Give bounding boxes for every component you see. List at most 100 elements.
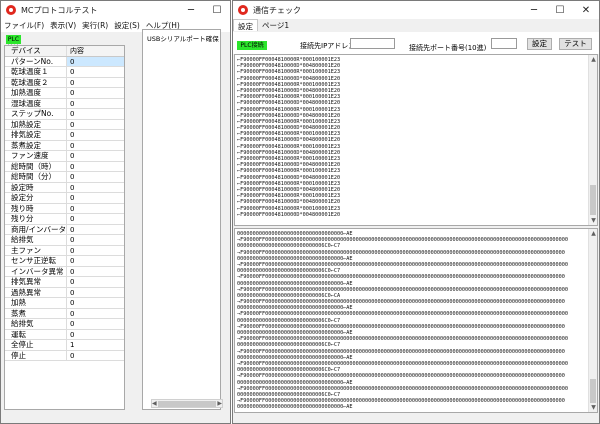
device-data-grid[interactable]: デバイス 内容 パターンNo. 0 乾球温度１ 0 乾球温度２ 0 加熱温度 0 湿球温度 0 ステ…: [4, 45, 125, 410]
device-value-cell[interactable]: 0: [67, 172, 124, 182]
table-row[interactable]: ファン速度 0: [5, 151, 124, 162]
table-row[interactable]: 給排気 0: [5, 319, 124, 330]
device-value-cell[interactable]: 0: [67, 277, 124, 287]
device-name-cell[interactable]: 過熱異常: [5, 287, 67, 297]
device-name-cell[interactable]: 全停止: [5, 340, 67, 350]
device-name-cell[interactable]: 総時間（分）: [5, 172, 67, 182]
right-title-bar[interactable]: 通信チェック ─ ☐ ✕: [233, 1, 599, 19]
device-name-cell[interactable]: 設定分: [5, 193, 67, 203]
tab-settings[interactable]: 設定: [233, 19, 258, 31]
scroll-up-icon[interactable]: ▲: [589, 229, 597, 238]
device-value-cell[interactable]: 0: [67, 298, 124, 308]
send-log-textbox[interactable]: ←F90000FF0004810000R*000100001E23 ←F90000…: [234, 54, 598, 226]
device-value-cell[interactable]: 0: [67, 78, 124, 88]
device-name-cell[interactable]: 蒸煮: [5, 308, 67, 318]
table-row[interactable]: 過熱異常 0: [5, 287, 124, 298]
left-title-bar[interactable]: MCプロトコルテスト ─ ☐: [1, 1, 230, 19]
scroll-right-icon[interactable]: ▶: [217, 400, 222, 407]
device-name-cell[interactable]: 蒸煮設定: [5, 140, 67, 150]
table-row[interactable]: 排気設定 0: [5, 130, 124, 141]
scroll-thumb[interactable]: [590, 379, 596, 403]
device-name-cell[interactable]: 設定時: [5, 182, 67, 192]
device-name-cell[interactable]: 停止: [5, 350, 67, 360]
device-value-cell[interactable]: 1: [67, 340, 124, 350]
usb-panel-horizontal-scrollbar[interactable]: ◀ ▶: [151, 399, 223, 408]
column-header-device[interactable]: デバイス: [5, 46, 67, 56]
table-row[interactable]: 加熱設定 0: [5, 119, 124, 130]
table-row[interactable]: 運転 0: [5, 329, 124, 340]
table-row[interactable]: 残り時 0: [5, 203, 124, 214]
device-name-cell[interactable]: 加熱設定: [5, 119, 67, 129]
menu-view[interactable]: 表示(V): [50, 20, 76, 31]
device-value-cell[interactable]: 0: [67, 288, 124, 298]
table-row[interactable]: 加熱温度 0: [5, 88, 124, 99]
minimize-icon[interactable]: ─: [178, 1, 204, 19]
table-row[interactable]: 総時間（時） 0: [5, 161, 124, 172]
table-row[interactable]: 加熱 0: [5, 298, 124, 309]
device-value-cell[interactable]: 0: [67, 309, 124, 319]
table-row[interactable]: 総時間（分） 0: [5, 172, 124, 183]
device-value-cell[interactable]: 0: [67, 67, 124, 77]
device-name-cell[interactable]: 加熱温度: [5, 88, 67, 98]
table-row[interactable]: 全停止 1: [5, 340, 124, 351]
scroll-up-icon[interactable]: ▲: [589, 55, 597, 64]
table-row[interactable]: パターンNo. 0: [5, 56, 124, 67]
table-row[interactable]: 乾球温度１ 0: [5, 67, 124, 78]
maximize-icon[interactable]: ☐: [204, 1, 230, 19]
device-name-cell[interactable]: ステップNo.: [5, 109, 67, 119]
table-row[interactable]: 蒸煮 0: [5, 308, 124, 319]
table-row[interactable]: 湿球温度 0: [5, 98, 124, 109]
table-row[interactable]: インバータ異常 0: [5, 266, 124, 277]
scroll-down-icon[interactable]: ▼: [589, 403, 597, 412]
receive-log-textbox[interactable]: 0000000000000000000000000000000000←AE →F9…: [234, 228, 598, 413]
device-value-cell[interactable]: 0: [67, 319, 124, 329]
device-name-cell[interactable]: 加熱: [5, 298, 67, 308]
device-value-cell[interactable]: 0: [67, 351, 124, 361]
device-name-cell[interactable]: 商用/インバータ: [5, 224, 67, 234]
table-row[interactable]: センサ正逆転 0: [5, 256, 124, 267]
tab-page1[interactable]: ページ1: [258, 19, 293, 31]
port-number-input[interactable]: [491, 38, 517, 49]
device-value-cell[interactable]: 0: [67, 183, 124, 193]
table-row[interactable]: 設定分 0: [5, 193, 124, 204]
minimize-icon[interactable]: ─: [521, 1, 547, 19]
device-value-cell[interactable]: 0: [67, 120, 124, 130]
device-name-cell[interactable]: 排気異常: [5, 277, 67, 287]
device-value-cell[interactable]: 0: [67, 162, 124, 172]
table-row[interactable]: 停止 0: [5, 350, 124, 361]
receive-log-scrollbar[interactable]: ▲ ▼: [588, 229, 597, 412]
table-row[interactable]: 残り分 0: [5, 214, 124, 225]
device-name-cell[interactable]: 給排気: [5, 235, 67, 245]
device-value-cell[interactable]: 0: [67, 256, 124, 266]
device-value-cell[interactable]: 0: [67, 141, 124, 151]
close-icon[interactable]: ✕: [573, 1, 599, 19]
device-value-cell[interactable]: 0: [67, 246, 124, 256]
menu-settings[interactable]: 設定(S): [114, 20, 140, 31]
column-header-content[interactable]: 内容: [67, 46, 124, 56]
ip-address-input[interactable]: [350, 38, 395, 49]
device-name-cell[interactable]: 給排気: [5, 319, 67, 329]
table-row[interactable]: 排気異常 0: [5, 277, 124, 288]
device-value-cell[interactable]: 0: [67, 109, 124, 119]
device-name-cell[interactable]: 乾球温度２: [5, 77, 67, 87]
test-button[interactable]: テスト: [559, 38, 592, 50]
scroll-thumb[interactable]: [158, 400, 216, 407]
device-value-cell[interactable]: 0: [67, 267, 124, 277]
table-row[interactable]: ステップNo. 0: [5, 109, 124, 120]
menu-run[interactable]: 実行(R): [82, 20, 108, 31]
device-name-cell[interactable]: 総時間（時）: [5, 161, 67, 171]
device-name-cell[interactable]: 運転: [5, 329, 67, 339]
device-value-cell[interactable]: 0: [67, 214, 124, 224]
device-value-cell[interactable]: 0: [67, 88, 124, 98]
device-value-cell[interactable]: 0: [67, 204, 124, 214]
device-value-cell[interactable]: 0: [67, 130, 124, 140]
plc-connect-indicator[interactable]: PLC接続: [237, 41, 267, 50]
table-row[interactable]: 蒸煮設定 0: [5, 140, 124, 151]
device-value-cell[interactable]: 0: [67, 225, 124, 235]
scroll-left-icon[interactable]: ◀: [152, 400, 157, 407]
table-row[interactable]: 給排気 0: [5, 235, 124, 246]
device-name-cell[interactable]: センサ正逆転: [5, 256, 67, 266]
table-row[interactable]: 設定時 0: [5, 182, 124, 193]
device-name-cell[interactable]: 排気設定: [5, 130, 67, 140]
device-name-cell[interactable]: 主ファン: [5, 245, 67, 255]
